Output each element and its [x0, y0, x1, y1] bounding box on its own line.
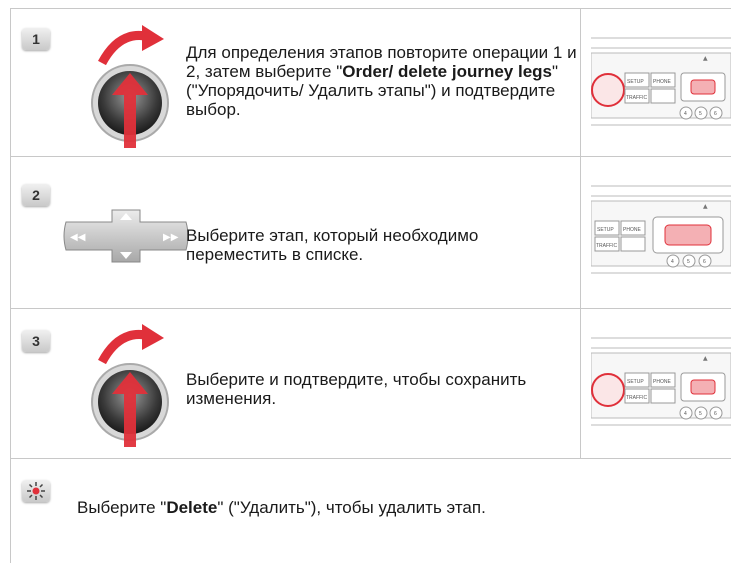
row-divider	[10, 458, 731, 459]
panel-label: 6	[714, 111, 717, 117]
step-text: Выберите этап, который необходимо переме…	[186, 226, 581, 264]
panel-label: 4	[671, 259, 674, 265]
step-number-badge: 1	[22, 28, 50, 50]
svg-text:▶▶: ▶▶	[163, 232, 179, 243]
svg-text:◀◀: ◀◀	[70, 232, 86, 243]
panel-label: 5	[687, 259, 690, 265]
panel-label: 5	[699, 411, 702, 417]
tip-badge	[22, 480, 50, 502]
step-text: Выберите и подтвердите, чтобы сохранить …	[186, 370, 581, 408]
tip-text: Выберите "Delete" ("Удалить"), чтобы уда…	[77, 498, 486, 517]
step-row-1: 1 Для определения этапов повторите опера…	[10, 8, 731, 156]
knob-highlight-icon	[591, 73, 625, 107]
dpad-highlight-icon	[664, 224, 712, 246]
directional-pad-icon: ◀◀ ▶▶	[63, 209, 189, 263]
panel-label: TRAFFIC	[626, 395, 647, 401]
step-row-2: 2 ◀◀ ▶▶ Выберите этап, который необходим…	[10, 156, 731, 308]
text-part: Выберите и подтвердите, чтобы сохранить …	[186, 370, 527, 408]
panel-label: 6	[703, 259, 706, 265]
knob-highlight-icon	[591, 373, 625, 407]
text-part-bold: Delete	[166, 498, 218, 517]
text-part: " ("Удалить"), чтобы удалить этап.	[217, 498, 486, 517]
panel-label: PHONE	[653, 79, 671, 85]
panel-label: PHONE	[653, 379, 671, 385]
panel-label: TRAFFIC	[626, 95, 647, 101]
svg-text:▲: ▲	[703, 203, 708, 210]
step-number-badge: 2	[22, 184, 50, 206]
step-row-3: 3 Выберите и подтвердите, чтобы сохранит…	[10, 308, 731, 458]
panel-label: 4	[684, 111, 687, 117]
panel-label: PHONE	[623, 227, 641, 233]
radio-panel-illustration: ▲ SETUP PHONE TRAFFIC 4 5 6	[591, 37, 731, 126]
panel-label: 5	[699, 111, 702, 117]
instruction-table: 1 Для определения этапов повторите опера…	[10, 8, 731, 563]
panel-label: 6	[714, 411, 717, 417]
panel-label: 4	[684, 411, 687, 417]
step-number-badge: 3	[22, 330, 50, 352]
panel-label: SETUP	[597, 227, 614, 233]
rotate-press-knob-icon	[91, 324, 169, 447]
rotate-press-knob-icon	[91, 25, 169, 148]
lightbulb-icon	[27, 482, 45, 500]
svg-text:▲: ▲	[703, 55, 708, 62]
panel-label: SETUP	[627, 79, 644, 85]
text-part: Выберите "	[77, 498, 167, 517]
radio-panel-illustration: ▲ SETUP PHONE TRAFFIC 4 5 6	[591, 337, 731, 426]
text-part: Выберите этап, который необходимо переме…	[186, 226, 479, 264]
panel-label: TRAFFIC	[596, 243, 617, 249]
panel-label: SETUP	[627, 379, 644, 385]
svg-text:▲: ▲	[703, 355, 708, 362]
radio-panel-illustration: ▲ SETUP PHONE TRAFFIC 4 5 6	[591, 185, 731, 274]
text-part-bold: Order/ delete journey legs	[342, 62, 552, 81]
step-text: Для определения этапов повторите операци…	[186, 43, 581, 119]
